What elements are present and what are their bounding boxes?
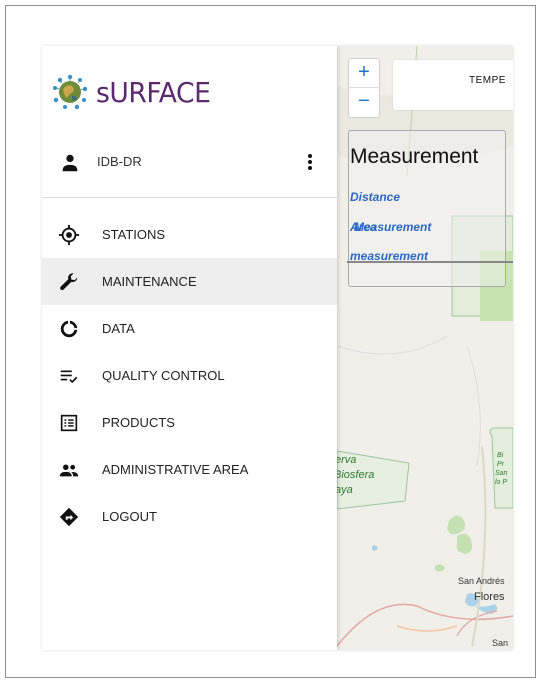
sidebar-item-label: STATIONS [102,227,166,242]
donut-chart-icon [60,320,78,338]
sidebar-item-administrative-area[interactable]: ADMINISTRATIVE AREA [42,446,337,493]
people-icon [59,464,79,477]
layer-selector-label: TEMPE [469,75,506,86]
measurement-title: Measurement [350,145,479,168]
sidebar-item-label: PRODUCTS [102,415,175,430]
map-town-san: San [492,638,509,648]
sidebar: sURFACE IDB-DR STATIONS MAINTENANCE DATA… [42,46,337,650]
measurement-overlap-label: Measurement [354,220,432,234]
sidebar-divider [42,197,337,198]
zoom-control: + − [348,58,380,118]
map-label-reserva-end: aya [337,484,353,496]
directions-sign-icon [59,507,79,527]
sidebar-item-label: ADMINISTRATIVE AREA [102,462,249,477]
distance-measurement-link[interactable]: Distance [350,190,400,204]
map-label-park-1: Bi [497,452,504,459]
app-logo-text: sURFACE [96,75,211,109]
wrench-icon [60,273,78,291]
user-name: IDB-DR [97,154,142,169]
measurement-panel: Measurement Distance Area Measurement me… [347,130,513,287]
layer-selector[interactable]: TEMPE [393,60,513,110]
sidebar-item-label: QUALITY CONTROL [102,368,225,383]
map-town-flores: Flores [474,591,505,603]
sidebar-item-logout[interactable]: LOGOUT [42,493,337,540]
person-icon [62,154,78,172]
sidebar-item-data[interactable]: DATA [42,305,337,352]
sidebar-item-label: MAINTENANCE [102,274,197,289]
sidebar-nav: STATIONS MAINTENANCE DATA QUALITY CONTRO… [42,211,337,540]
user-row: IDB-DR [42,146,337,178]
more-vert-icon[interactable] [299,150,321,174]
crosshair-icon [58,224,80,246]
map-label-biosfera: Biosfera [337,469,375,481]
app-container: sURFACE IDB-DR STATIONS MAINTENANCE DATA… [42,46,513,650]
zoom-out-button[interactable]: − [349,88,379,116]
sidebar-item-label: LOGOUT [102,509,157,524]
globe-logo-icon [53,74,88,110]
map-label-park-4: lo P [495,479,508,486]
sidebar-item-maintenance[interactable]: MAINTENANCE [42,258,337,305]
map-label-park-3: San [495,470,508,477]
measure-line [347,261,513,263]
sidebar-item-products[interactable]: PRODUCTS [42,399,337,446]
list-box-icon [60,414,78,432]
sidebar-item-quality-control[interactable]: QUALITY CONTROL [42,352,337,399]
sidebar-item-stations[interactable]: STATIONS [42,211,337,258]
map-view[interactable]: + − TEMPE Measurement Distance Area Meas… [337,46,513,650]
map-label-park-2: Pr [497,461,504,468]
sidebar-item-label: DATA [102,321,135,336]
zoom-in-button[interactable]: + [349,59,379,88]
map-town-san-andres: San Andrés [458,576,505,586]
app-logo[interactable]: sURFACE [50,69,216,115]
map-label-reserva: erva [337,454,357,466]
checklist-icon [60,370,78,384]
